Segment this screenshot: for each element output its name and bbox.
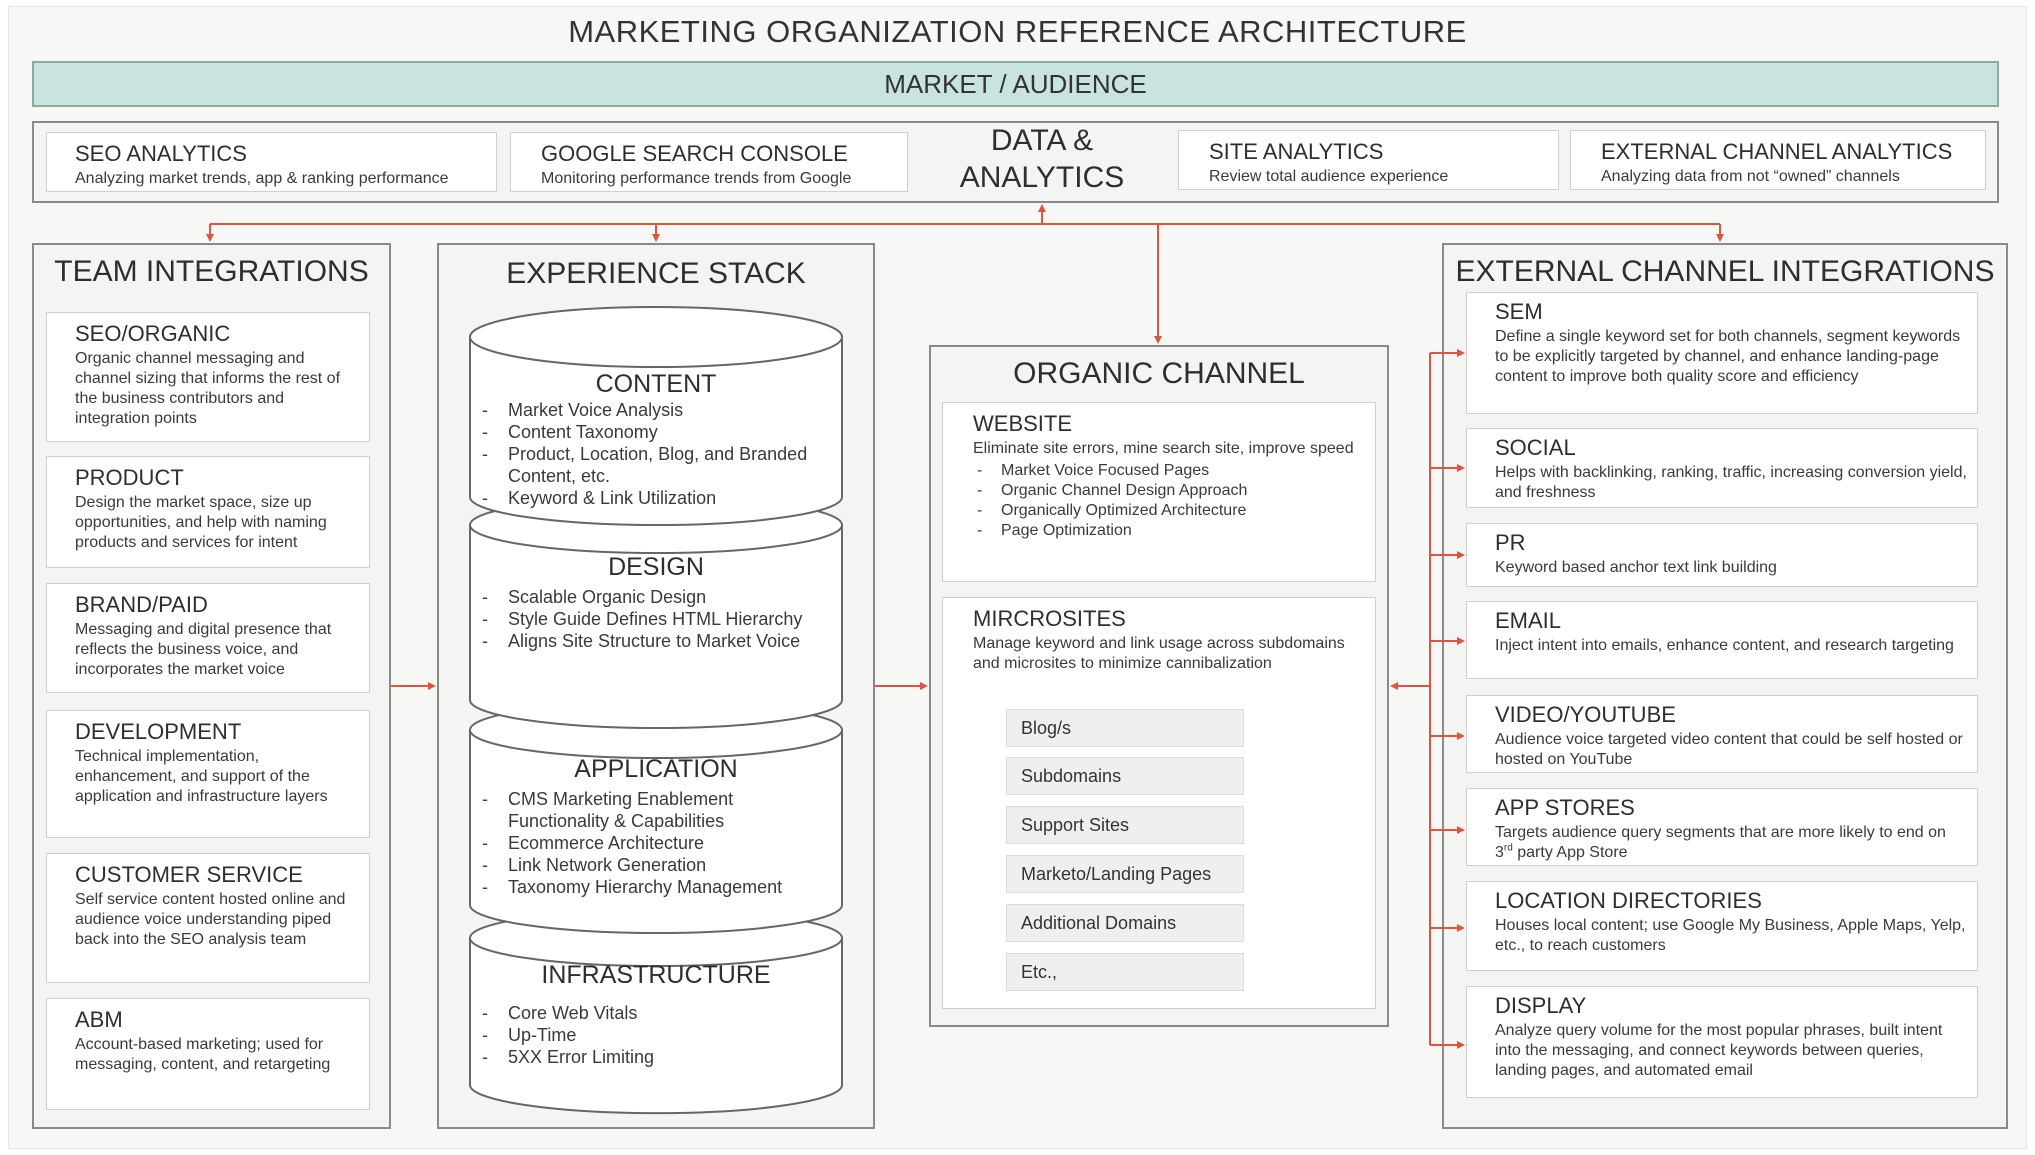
diagram-canvas: MARKETING ORGANIZATION REFERENCE ARCHITE… <box>0 0 2035 1155</box>
connector-arrows <box>206 204 1724 1049</box>
